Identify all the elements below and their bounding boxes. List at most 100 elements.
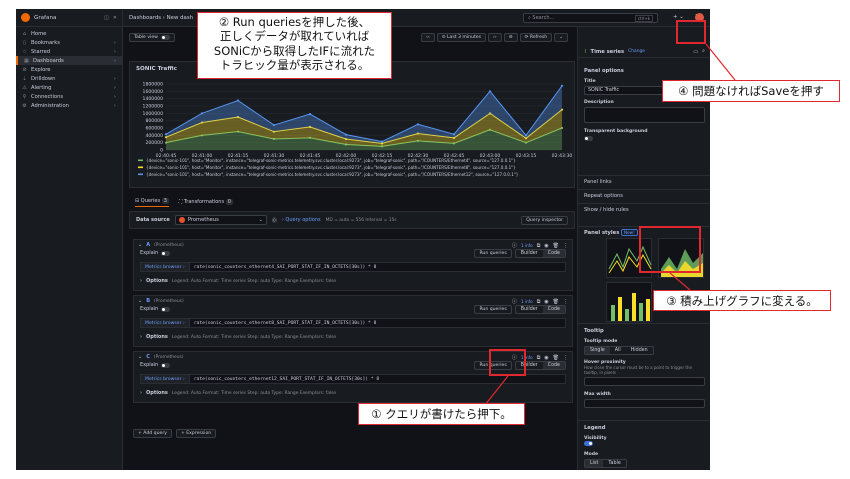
tab-queries[interactable]: ⊟ Queries 3 — [135, 197, 169, 207]
tt-modes-option-hidden[interactable]: Hidden — [626, 347, 653, 354]
sidebar-item-dashboards[interactable]: ▦ Dashboards › — [16, 56, 122, 65]
search-options-icon[interactable]: ⌕ — [702, 48, 705, 55]
explain-toggle[interactable]: Explain — [140, 250, 171, 256]
legend-swatch[interactable] — [138, 173, 143, 176]
duplicate-icon[interactable]: ⧉ — [537, 299, 541, 305]
max-width-input[interactable] — [584, 399, 705, 408]
collapse-icon[interactable]: ⌄ — [138, 354, 142, 360]
datasource-help-icon[interactable]: ⓪ — [272, 217, 277, 224]
promql-expression[interactable]: rate(sonic_counters_ethernet12_SAI_PORT_… — [190, 377, 379, 382]
refresh-interval-dropdown[interactable]: ⌄ — [554, 33, 569, 42]
query-options-row[interactable]: › Options Legend: Auto Format: Time seri… — [140, 334, 336, 340]
data-point[interactable] — [416, 123, 420, 126]
legend-swatch[interactable] — [138, 166, 143, 169]
trash-icon[interactable]: 🗑 — [553, 299, 559, 305]
add-expression-button[interactable]: + Expression — [175, 429, 217, 438]
drag-handle-icon[interactable]: ⋮ — [563, 299, 568, 305]
sidebar-item-starred[interactable]: ☆ Starred › — [16, 47, 122, 56]
sidebar-item-alerting[interactable]: ⚠ Alerting › — [16, 83, 122, 92]
data-point[interactable] — [488, 90, 492, 93]
search-input[interactable]: ⌕ Search... ctrl+k — [523, 13, 658, 23]
lg-modes-option-table[interactable]: Table — [603, 460, 625, 467]
legend-entry[interactable]: {device="sonic-101", host="Monitor", ins… — [146, 158, 516, 163]
time-back-button[interactable]: ‹‹ — [421, 33, 435, 42]
data-point[interactable] — [272, 123, 276, 127]
add-query-button[interactable]: + Add query — [133, 429, 172, 438]
layout-icon[interactable]: ▭ — [693, 49, 698, 55]
metrics-browser-button[interactable]: Metrics browser › — [141, 375, 190, 383]
metrics-browser-button[interactable]: Metrics browser › — [141, 319, 190, 327]
promql-expression[interactable]: rate(sonic_counters_ethernet8_SAI_PORT_S… — [190, 321, 377, 326]
datasource-picker[interactable]: Prometheus ⌄ — [174, 215, 267, 225]
data-point[interactable] — [344, 133, 348, 136]
data-point[interactable] — [380, 140, 384, 143]
run-queries-button[interactable]: Run queries — [474, 249, 512, 258]
hover-proximity-input[interactable] — [584, 377, 705, 386]
explain-toggle[interactable]: Explain — [140, 306, 171, 312]
sidebar-item-administration[interactable]: ⚙ Administration › — [16, 101, 122, 110]
repeat-options-row[interactable]: Repeat options — [578, 189, 710, 199]
code-mode-button[interactable]: Code — [542, 362, 565, 369]
time-forward-button[interactable]: ›› — [488, 33, 502, 42]
eye-icon[interactable]: ◉ — [544, 243, 548, 249]
data-point[interactable] — [200, 112, 204, 115]
chevron-right-icon[interactable]: › — [114, 49, 116, 55]
duplicate-icon[interactable]: ⧉ — [537, 355, 541, 361]
transparent-toggle[interactable] — [584, 136, 593, 141]
zoom-out-button[interactable]: ⊖ — [503, 33, 518, 42]
sidebar-item-bookmarks[interactable]: ▯ Bookmarks › — [16, 38, 122, 47]
help-circle-icon[interactable]: ⓘ — [512, 242, 517, 249]
data-point[interactable] — [560, 84, 564, 87]
data-point[interactable] — [236, 99, 240, 102]
eye-icon[interactable]: ◉ — [544, 355, 548, 361]
panel-links-row[interactable]: Panel links — [578, 175, 710, 185]
metrics-browser-button[interactable]: Metrics browser › — [141, 263, 190, 271]
legend-swatch[interactable] — [138, 159, 143, 162]
query-expression-input[interactable]: Metrics browser › rate(sonic_counters_et… — [140, 262, 566, 272]
legend-entry[interactable]: {device="sonic-101", host="Monitor", ins… — [146, 172, 519, 177]
legend-entry[interactable]: {device="sonic-101", host="Monitor", ins… — [146, 165, 516, 170]
chevron-right-icon[interactable]: › — [114, 103, 116, 109]
data-point[interactable] — [164, 133, 168, 136]
data-point[interactable] — [308, 112, 312, 116]
sidebar-item-connections[interactable]: ⚲ Connections › — [16, 92, 122, 101]
drag-handle-icon[interactable]: ⋮ — [563, 243, 568, 249]
chevron-right-icon[interactable]: › — [114, 40, 116, 46]
run-queries-button[interactable]: Run queries — [474, 305, 512, 314]
close-icon[interactable]: ✕ — [113, 15, 117, 21]
tab-transformations[interactable]: ⛶ Transformations 0 — [179, 199, 233, 205]
query-options-row[interactable]: › Options Legend: Auto Format: Time seri… — [140, 390, 336, 396]
chevron-right-icon[interactable]: › — [114, 58, 116, 64]
explain-toggle[interactable]: Explain — [140, 362, 171, 368]
tt-modes-option-all[interactable]: All — [610, 347, 626, 354]
chevron-right-icon[interactable]: › — [114, 85, 116, 91]
table-view-toggle[interactable]: Table view — [129, 33, 175, 42]
description-input[interactable] — [584, 107, 705, 123]
trash-icon[interactable]: 🗑 — [553, 243, 559, 249]
code-mode-button[interactable]: Code — [542, 306, 565, 313]
time-range-picker[interactable]: ⊙ Last 3 minutes — [436, 33, 487, 42]
help-circle-icon[interactable]: ⓘ — [512, 298, 517, 305]
builder-mode-button[interactable]: Builder — [516, 250, 543, 257]
builder-mode-button[interactable]: Builder — [516, 306, 543, 313]
collapse-icon[interactable]: ⌄ — [138, 298, 142, 304]
data-point[interactable] — [524, 134, 528, 137]
sidebar-item-home[interactable]: ⌂ Home — [16, 29, 122, 38]
code-mode-button[interactable]: Code — [542, 250, 565, 257]
query-options-row[interactable]: › Options Legend: Auto Format: Time seri… — [140, 278, 336, 284]
info-badge[interactable]: 1 info — [521, 243, 533, 248]
data-point[interactable] — [452, 133, 456, 136]
duplicate-icon[interactable]: ⧉ — [537, 243, 541, 249]
dock-icon[interactable]: ◫ — [104, 15, 109, 21]
query-expression-input[interactable]: Metrics browser › rate(sonic_counters_et… — [140, 318, 566, 328]
sidebar-item-drilldown[interactable]: ⇣ Drilldown › — [16, 74, 122, 83]
tt-modes-option-single[interactable]: Single — [585, 347, 610, 354]
style-bars-thumbnail[interactable] — [606, 282, 652, 322]
sidebar-item-explore[interactable]: ⊘ Explore — [16, 65, 122, 74]
collapse-icon[interactable]: ⌄ — [138, 242, 142, 248]
trash-icon[interactable]: 🗑 — [553, 355, 559, 361]
promql-expression[interactable]: rate(sonic_counters_ethernet4_SAI_PORT_S… — [190, 265, 377, 270]
drag-handle-icon[interactable]: ⋮ — [563, 355, 568, 361]
legend-visibility-toggle[interactable] — [584, 441, 593, 446]
chevron-right-icon[interactable]: › — [114, 94, 116, 100]
